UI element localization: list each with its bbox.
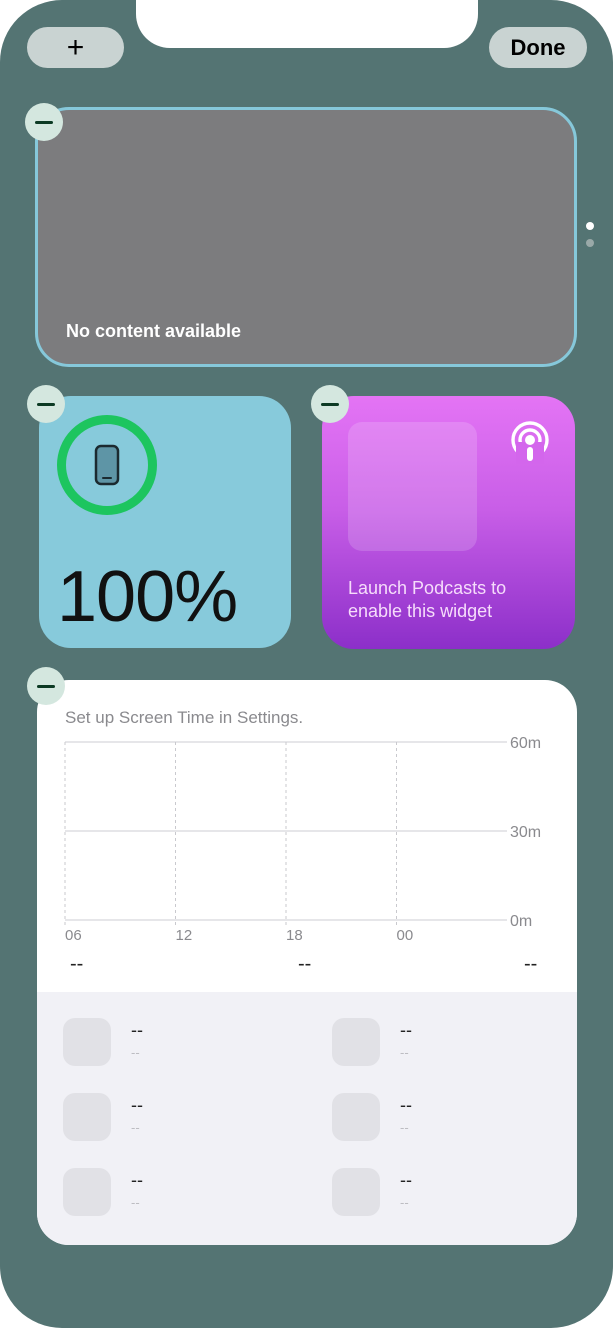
podcasts-widget[interactable]: Launch Podcasts to enable this widget — [322, 396, 575, 649]
podcasts-icon — [511, 421, 549, 464]
app-name: -- — [131, 1020, 143, 1040]
app-name: -- — [400, 1020, 412, 1040]
app-time: -- — [400, 1195, 409, 1210]
podcasts-message-line2: enable this widget — [348, 601, 493, 621]
large-widget[interactable]: No content available — [35, 107, 577, 367]
app-icon-placeholder — [63, 1018, 111, 1066]
total-left: -- — [70, 953, 84, 975]
chart-x-tick-label: 12 — [176, 927, 193, 944]
app-usage-item[interactable]: -- -- — [332, 1168, 412, 1216]
page-dot-current — [586, 222, 594, 230]
total-middle: -- — [298, 953, 312, 975]
chart-x-tick-label: 06 — [65, 927, 82, 944]
remove-screen-time-widget-button[interactable] — [27, 667, 65, 705]
remove-podcasts-widget-button[interactable] — [311, 385, 349, 423]
battery-ring — [57, 415, 157, 515]
app-name: -- — [131, 1170, 143, 1190]
app-time: -- — [400, 1045, 409, 1060]
remove-large-widget-button[interactable] — [25, 103, 63, 141]
app-usage-item[interactable]: -- -- — [332, 1018, 412, 1066]
app-usage-item[interactable]: -- -- — [63, 1018, 143, 1066]
battery-percent: 100% — [57, 557, 238, 637]
app-icon-placeholder — [63, 1093, 111, 1141]
add-widget-button[interactable]: + — [27, 27, 124, 68]
app-usage-item[interactable]: -- -- — [332, 1093, 412, 1141]
app-usage-item[interactable]: -- -- — [63, 1093, 143, 1141]
app-icon-placeholder — [332, 1018, 380, 1066]
app-usage-panel: -- -- -- -- -- -- -- -- -- -- -- -- — [37, 992, 577, 1245]
total-right: -- — [524, 953, 538, 975]
podcast-artwork-placeholder — [348, 422, 477, 551]
app-icon-placeholder — [332, 1168, 380, 1216]
widget-page-indicator[interactable] — [586, 222, 594, 247]
no-content-label: No content available — [66, 321, 242, 341]
minus-icon — [35, 120, 53, 124]
app-icon-placeholder — [332, 1093, 380, 1141]
app-time: -- — [131, 1195, 140, 1210]
home-screen-edit-mode: + Done No content available 100% Launch … — [0, 0, 613, 1328]
chart-y-tick-label: 60m — [510, 735, 541, 752]
app-time: -- — [131, 1120, 140, 1135]
page-dot — [586, 239, 594, 247]
app-usage-item[interactable]: -- -- — [63, 1168, 143, 1216]
podcasts-message: Launch Podcasts to enable this widget — [348, 577, 558, 623]
minus-icon — [37, 402, 55, 406]
app-time: -- — [400, 1120, 409, 1135]
screen-time-chart: 60m 30m 0m 06 12 18 00 — [64, 735, 541, 944]
app-name: -- — [400, 1170, 412, 1190]
device-notch — [136, 0, 478, 48]
chart-x-tick-label: 00 — [397, 927, 414, 944]
app-icon-placeholder — [63, 1168, 111, 1216]
screen-time-widget[interactable]: Set up Screen Time in Settings. 60m 30m 0m… — [37, 680, 577, 1245]
chart-y-tick-label: 30m — [510, 824, 541, 841]
chart-x-tick-label: 18 — [286, 927, 303, 944]
minus-icon — [321, 402, 339, 406]
chart-y-tick-label: 0m — [510, 913, 532, 930]
battery-widget[interactable]: 100% — [39, 396, 291, 648]
podcasts-message-line1: Launch Podcasts to — [348, 578, 507, 598]
app-name: -- — [400, 1095, 412, 1115]
iphone-icon — [94, 444, 120, 486]
app-name: -- — [131, 1095, 143, 1115]
done-button[interactable]: Done — [489, 27, 587, 68]
remove-battery-widget-button[interactable] — [27, 385, 65, 423]
minus-icon — [37, 684, 55, 688]
app-time: -- — [131, 1045, 140, 1060]
